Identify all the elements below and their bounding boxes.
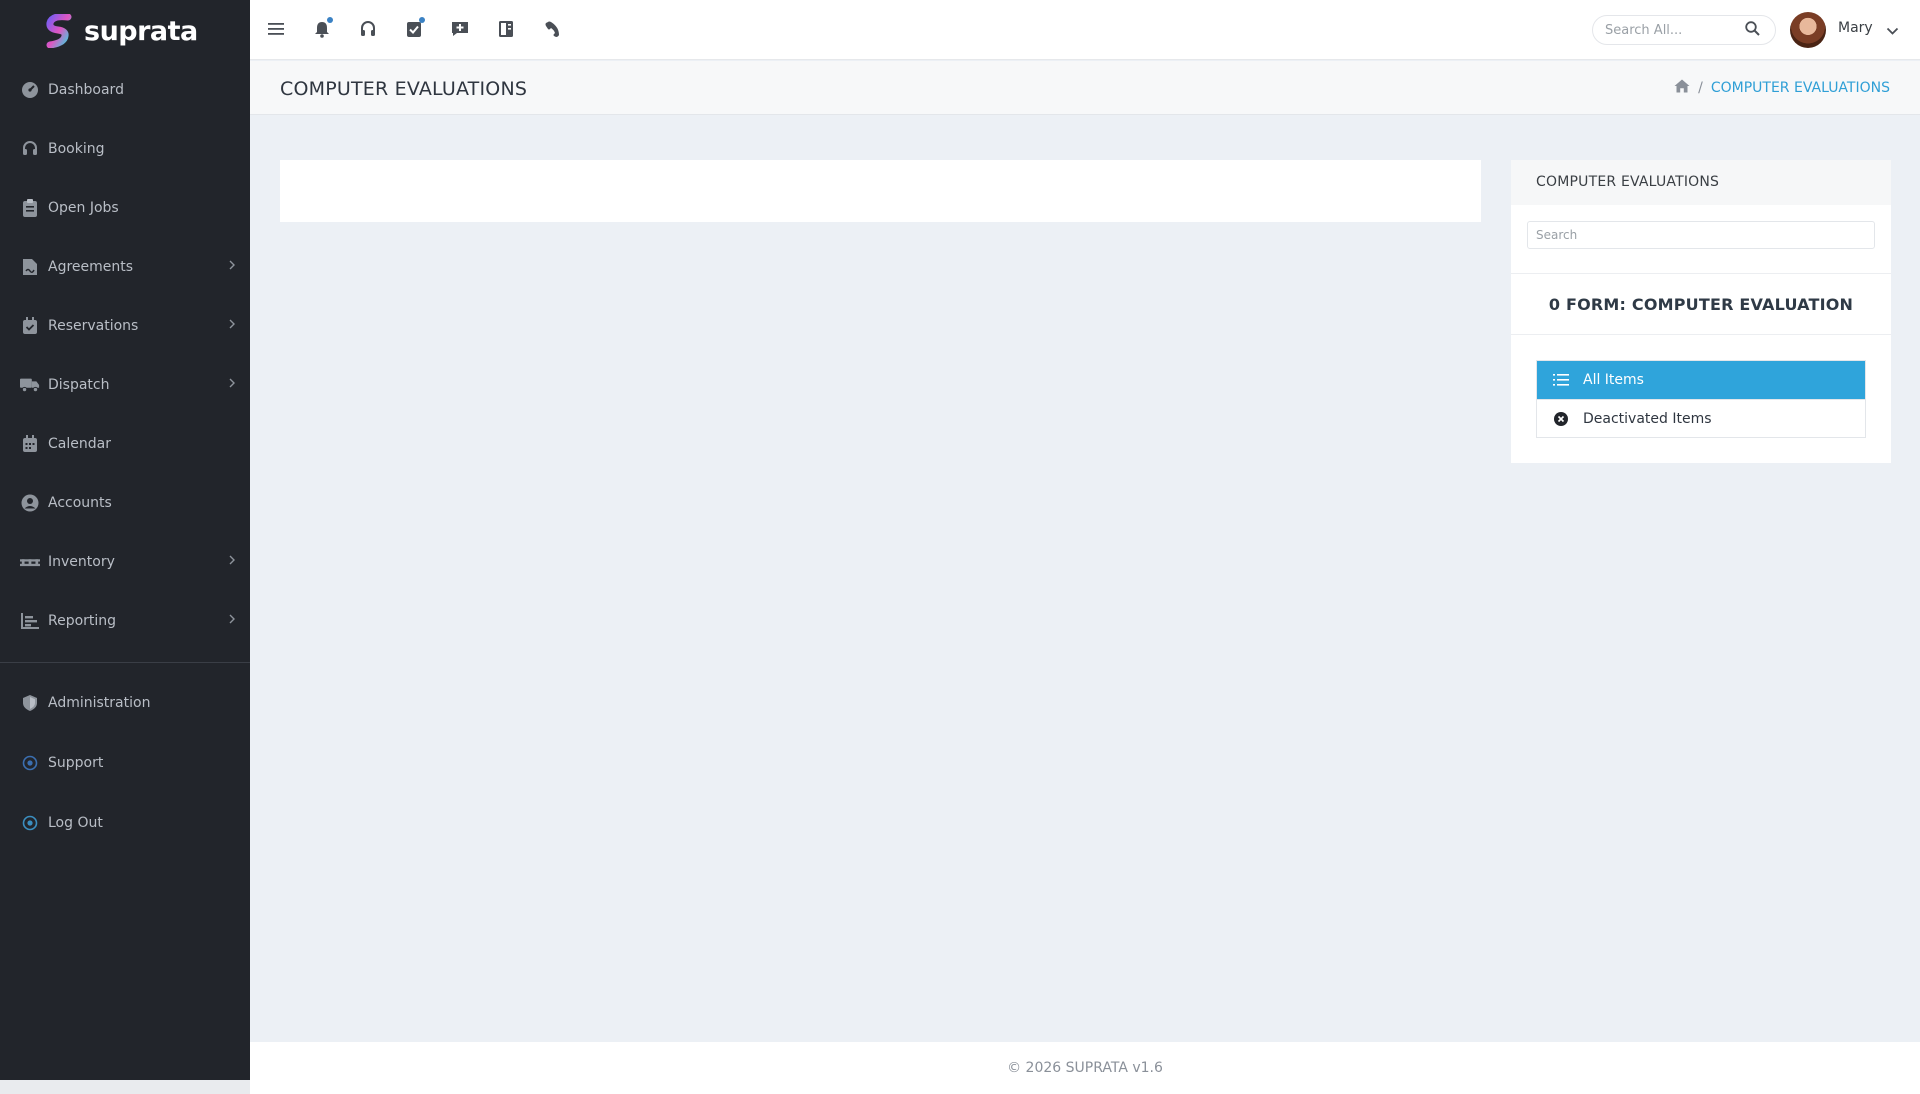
clipboard-icon — [20, 198, 40, 218]
home-icon[interactable] — [1674, 79, 1690, 97]
logo-mark-icon — [44, 13, 74, 49]
main-content-card — [280, 160, 1481, 222]
headset-icon[interactable] — [356, 16, 380, 42]
menu-icon[interactable] — [264, 16, 288, 42]
notification-dot — [419, 17, 425, 23]
sidebar-bottom-strip — [0, 1080, 250, 1094]
user-name[interactable]: Mary — [1838, 20, 1873, 36]
chevron-right-icon — [228, 377, 236, 393]
footer: © 2026 SUPRATA v1.6 — [250, 1042, 1920, 1094]
truck-icon — [20, 375, 40, 395]
sidebar-item-reporting[interactable]: Reporting — [0, 591, 250, 650]
list-icon — [1553, 372, 1569, 388]
dot-circle-icon — [20, 753, 40, 773]
search-icon[interactable] — [1745, 20, 1760, 40]
sidebar-item-support[interactable]: Support — [0, 733, 250, 793]
task-check-icon[interactable] — [402, 16, 426, 42]
sidebar-item-reservations[interactable]: Reservations — [0, 296, 250, 355]
sidebar-item-log-out[interactable]: Log Out — [0, 793, 250, 853]
breadcrumb-current[interactable]: COMPUTER EVALUATIONS — [1711, 80, 1890, 96]
sidebar-item-dashboard[interactable]: Dashboard — [0, 60, 250, 119]
footer-copyright: © 2026 SUPRATA v1.6 — [1007, 1060, 1163, 1076]
sidebar-item-dispatch[interactable]: Dispatch — [0, 355, 250, 414]
panel-search-input[interactable] — [1536, 228, 1866, 242]
panel-divider — [1511, 334, 1891, 335]
bar-chart-icon — [20, 611, 40, 631]
filter-deactivated-items[interactable]: Deactivated Items — [1537, 399, 1865, 437]
breadcrumb: / COMPUTER EVALUATIONS — [1674, 79, 1890, 97]
sidebar-item-administration[interactable]: Administration — [0, 673, 250, 733]
sidebar-item-label: Reservations — [48, 317, 139, 334]
phone-icon[interactable] — [540, 16, 564, 42]
avatar[interactable] — [1790, 12, 1826, 48]
sidebar-item-label: Booking — [48, 140, 105, 157]
sidebar-item-inventory[interactable]: Inventory — [0, 532, 250, 591]
panel-search[interactable] — [1527, 221, 1875, 249]
sidebar-item-calendar[interactable]: Calendar — [0, 414, 250, 473]
dot-circle-icon — [20, 813, 40, 833]
form-count-label: 0 FORM: COMPUTER EVALUATION — [1548, 294, 1854, 314]
close-circle-icon — [1553, 411, 1569, 427]
brand-name: suprata — [84, 15, 198, 47]
topbar-icon-group — [264, 16, 564, 42]
sidebar-divider — [0, 662, 250, 663]
sidebar-item-label: Inventory — [48, 553, 115, 570]
chevron-right-icon — [228, 613, 236, 629]
chevron-right-icon — [228, 318, 236, 334]
chevron-right-icon — [228, 259, 236, 275]
notification-dot — [327, 17, 333, 23]
filter-label: All Items — [1583, 372, 1644, 388]
sidebar-item-label: Accounts — [48, 494, 112, 511]
calendar-icon — [20, 434, 40, 454]
pallet-icon — [20, 552, 40, 572]
sidebar-item-label: Dispatch — [48, 376, 110, 393]
global-search-input[interactable] — [1605, 22, 1745, 38]
page-header: COMPUTER EVALUATIONS / COMPUTER EVALUATI… — [250, 61, 1920, 115]
headset-icon — [20, 139, 40, 159]
sidebar-item-open-jobs[interactable]: Open Jobs — [0, 178, 250, 237]
dashboard-gauge-icon — [20, 80, 40, 100]
sidebar-item-agreements[interactable]: Agreements — [0, 237, 250, 296]
calendar-check-icon — [20, 316, 40, 336]
chevron-down-icon[interactable] — [1886, 21, 1899, 40]
page-title: COMPUTER EVALUATIONS — [280, 78, 528, 100]
sidebar-item-label: Log Out — [48, 815, 103, 831]
breadcrumb-separator: / — [1698, 80, 1703, 96]
file-signature-icon — [20, 257, 40, 277]
sidebar-item-label: Calendar — [48, 435, 111, 452]
bell-icon[interactable] — [310, 16, 334, 42]
filter-panel: COMPUTER EVALUATIONS 0 FORM: COMPUTER EV… — [1511, 160, 1891, 463]
global-search[interactable] — [1592, 15, 1776, 45]
sidebar-item-label: Dashboard — [48, 81, 124, 98]
sidebar: suprata Dashboard Booking Open Jobs Agre… — [0, 0, 250, 1080]
filter-label: Deactivated Items — [1583, 410, 1712, 427]
sidebar-item-booking[interactable]: Booking — [0, 119, 250, 178]
sidebar-item-accounts[interactable]: Accounts — [0, 473, 250, 532]
sidebar-item-label: Open Jobs — [48, 199, 119, 216]
sidebar-item-label: Administration — [48, 695, 151, 711]
sidebar-item-label: Reporting — [48, 612, 117, 629]
sidebar-item-label: Support — [48, 755, 104, 771]
sidebar-nav: Dashboard Booking Open Jobs Agreements R… — [0, 60, 250, 853]
chevron-right-icon — [228, 554, 236, 570]
topbar: Mary — [250, 0, 1920, 60]
shield-icon — [20, 693, 40, 713]
comment-plus-icon[interactable] — [448, 16, 472, 42]
receipt-icon[interactable] — [494, 16, 518, 42]
brand-logo[interactable]: suprata — [44, 12, 198, 50]
user-circle-icon — [20, 493, 40, 513]
sidebar-item-label: Agreements — [48, 258, 134, 275]
filter-panel-heading: COMPUTER EVALUATIONS — [1511, 160, 1891, 205]
filter-list: All Items Deactivated Items — [1536, 360, 1866, 438]
filter-all-items[interactable]: All Items — [1537, 361, 1865, 399]
